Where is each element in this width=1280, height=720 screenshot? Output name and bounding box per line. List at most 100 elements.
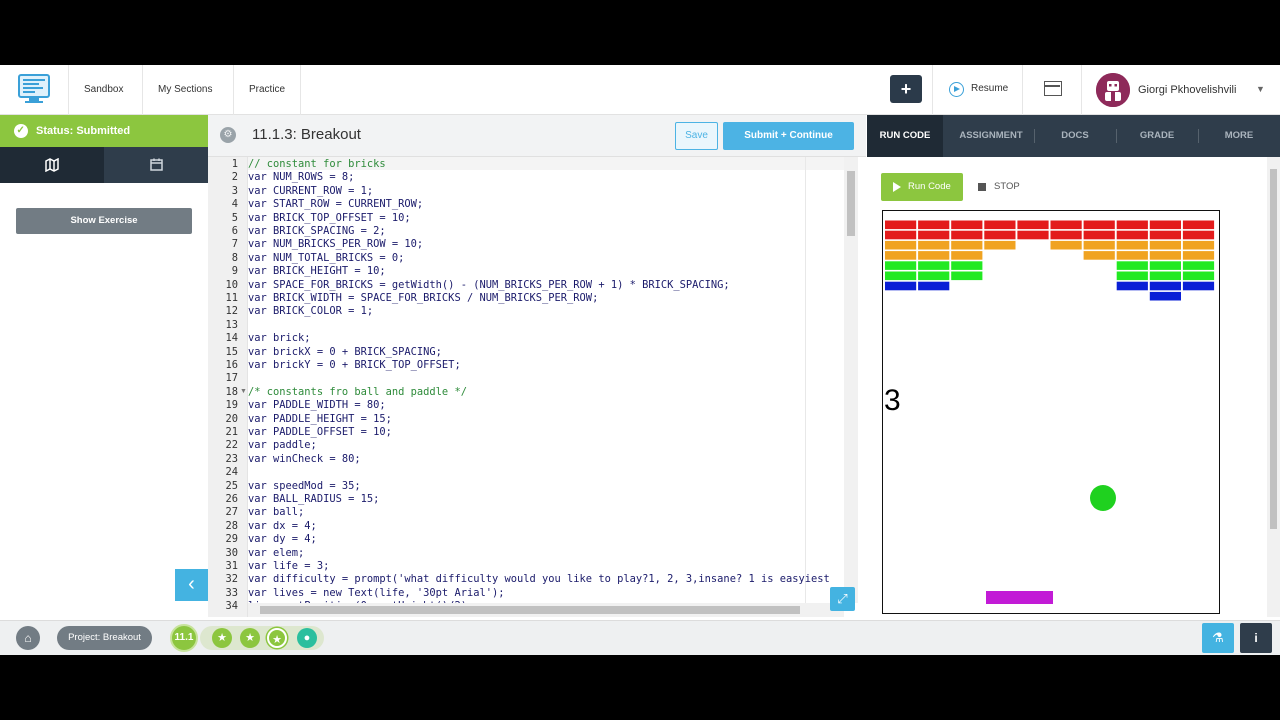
code-line[interactable]: var START_ROW = CURRENT_ROW; [248,198,423,211]
add-button[interactable]: + [890,75,922,103]
game-canvas[interactable]: 3 [882,210,1220,614]
line-number: 32 [225,573,238,586]
status-badge: Status: Submitted [0,115,208,147]
code-line[interactable]: var elem; [248,547,304,560]
show-exercise-button[interactable]: Show Exercise [16,208,192,234]
line-number: 29 [225,533,238,546]
line-number: 6 [231,225,238,237]
code-line[interactable]: var BRICK_HEIGHT = 10; [248,265,386,278]
brick [1149,281,1181,291]
info-icon[interactable]: i [1240,623,1272,653]
line-number: 23 [225,452,238,465]
star-icon[interactable]: ★ [267,628,287,648]
code-line[interactable]: var life = 3; [248,560,329,573]
line-number: 4 [231,198,238,211]
line-number: 30 [225,546,238,559]
code-line[interactable]: var BALL_RADIUS = 15; [248,493,379,506]
paddle [986,591,1053,604]
code-line[interactable]: var dy = 4; [248,533,317,546]
code-line[interactable]: var speedMod = 35; [248,480,361,493]
code-line[interactable]: var paddle; [248,439,317,452]
line-number: 22 [225,439,238,452]
chevron-down-icon[interactable]: ▼ [1256,84,1265,94]
brick [885,281,917,291]
code-line[interactable]: var PADDLE_OFFSET = 10; [248,426,392,439]
window-toggle-button[interactable] [1022,65,1082,115]
code-line[interactable]: var SPACE_FOR_BRICKS = getWidth() - (NUM… [248,279,730,292]
tab-calendar[interactable] [104,147,208,183]
code-line[interactable]: var brick; [248,332,311,345]
code-line[interactable]: var dx = 4; [248,520,317,533]
line-number: 9 [231,265,238,278]
line-number: 27 [225,506,238,519]
brick [918,271,950,281]
tab-run-code[interactable]: RUN CODE [867,115,943,157]
editor-header: ⚙ 11.1.3: Breakout Save Submit + Continu… [208,115,866,157]
ball [1090,485,1116,511]
editor-horizontal-scrollbar[interactable] [248,603,844,617]
editor-vertical-scrollbar[interactable] [844,157,858,603]
brick [1116,261,1148,270]
code-line[interactable]: var brickX = 0 + BRICK_SPACING; [248,346,442,359]
code-line[interactable]: var PADDLE_HEIGHT = 15; [248,413,392,426]
save-button[interactable]: Save [675,122,718,150]
collapse-panel-button[interactable]: ‹ [175,569,208,601]
home-icon[interactable]: ⌂ [16,626,40,650]
run-panel-scrollbar[interactable] [1267,157,1280,617]
code-line[interactable]: var ball; [248,506,304,519]
tab-map[interactable] [0,147,104,183]
logo-icon[interactable] [16,71,52,107]
submit-continue-button[interactable]: Submit + Continue [723,122,854,150]
line-number-gutter: 1 2 3 4 5 6 7 8 9 10 11 12 13 14 15 16 17 18 ▼ 19 20 21 22 23 24… [208,157,248,617]
code-line[interactable]: var BRICK_WIDTH = SPACE_FOR_BRICKS / NUM… [248,292,598,305]
star-icon[interactable]: ★ [212,628,232,648]
flask-icon[interactable]: ⚗ [1202,623,1234,653]
tab-more[interactable]: MORE [1199,115,1279,157]
star-icon[interactable]: ★ [240,628,260,648]
code-line[interactable]: var NUM_BRICKS_PER_ROW = 10; [248,238,423,251]
line-number: 15 [225,345,238,358]
brick [1050,240,1082,250]
line-number: 14 [225,332,238,345]
expand-icon[interactable]: ⤢ [830,587,855,611]
lesson-badge[interactable]: 11.1 [170,624,198,652]
code-line[interactable]: var BRICK_SPACING = 2; [248,225,386,238]
chevron-left-icon: ‹ [188,573,195,595]
code-line[interactable]: /* constants fro ball and paddle */ [248,386,467,399]
code-line[interactable]: var PADDLE_WIDTH = 80; [248,399,386,412]
code-line[interactable]: var BRICK_COLOR = 1; [248,305,373,318]
code-line[interactable]: var BRICK_TOP_OFFSET = 10; [248,212,411,225]
resume-button[interactable]: Resume [932,65,1022,115]
code-line[interactable]: var NUM_ROWS = 8; [248,171,354,184]
lives-counter: 3 [884,384,901,417]
code-line[interactable]: var brickY = 0 + BRICK_TOP_OFFSET; [248,359,461,372]
scroll-thumb[interactable] [1270,169,1277,529]
code-area[interactable]: // constant for bricks var NUM_ROWS = 8; v… [248,157,844,617]
line-number: 12 [225,305,238,318]
stop-button[interactable]: STOP [978,173,1020,201]
tab-grade[interactable]: GRADE [1117,115,1197,157]
brick [885,261,917,270]
nav-sandbox[interactable]: Sandbox [68,65,138,115]
brick [1182,251,1215,260]
fold-toggle-icon[interactable]: ▼ [240,388,247,395]
nav-practice[interactable]: Practice [233,65,302,115]
scroll-thumb[interactable] [260,606,800,614]
project-breadcrumb[interactable]: Project: Breakout [57,626,152,650]
code-line[interactable]: var winCheck = 80; [248,453,361,466]
user-name[interactable]: Giorgi Pkhovelishvili [1138,84,1236,96]
code-line[interactable]: var CURRENT_ROW = 1; [248,185,373,198]
run-code-button[interactable]: Run Code [881,173,963,201]
code-line[interactable]: var lives = new Text(life, '30pt Arial')… [248,587,504,600]
tab-assignment[interactable]: ASSIGNMENT [949,115,1033,157]
gear-icon[interactable]: ⚙ [220,127,236,143]
avatar[interactable] [1096,73,1130,107]
code-line[interactable]: var NUM_TOTAL_BRICKS = 0; [248,252,404,265]
challenge-icon[interactable]: ● [297,628,317,648]
tab-docs[interactable]: DOCS [1035,115,1115,157]
scroll-thumb[interactable] [847,171,855,236]
code-editor[interactable]: 1 2 3 4 5 6 7 8 9 10 11 12 13 14 15 16 17 18 ▼ 19 20 21 22 23 24… [208,157,866,617]
nav-my-sections[interactable]: My Sections [142,65,227,115]
code-line[interactable]: var difficulty = prompt('what difficulty… [248,573,830,586]
code-line[interactable]: // constant for bricks [248,158,386,171]
